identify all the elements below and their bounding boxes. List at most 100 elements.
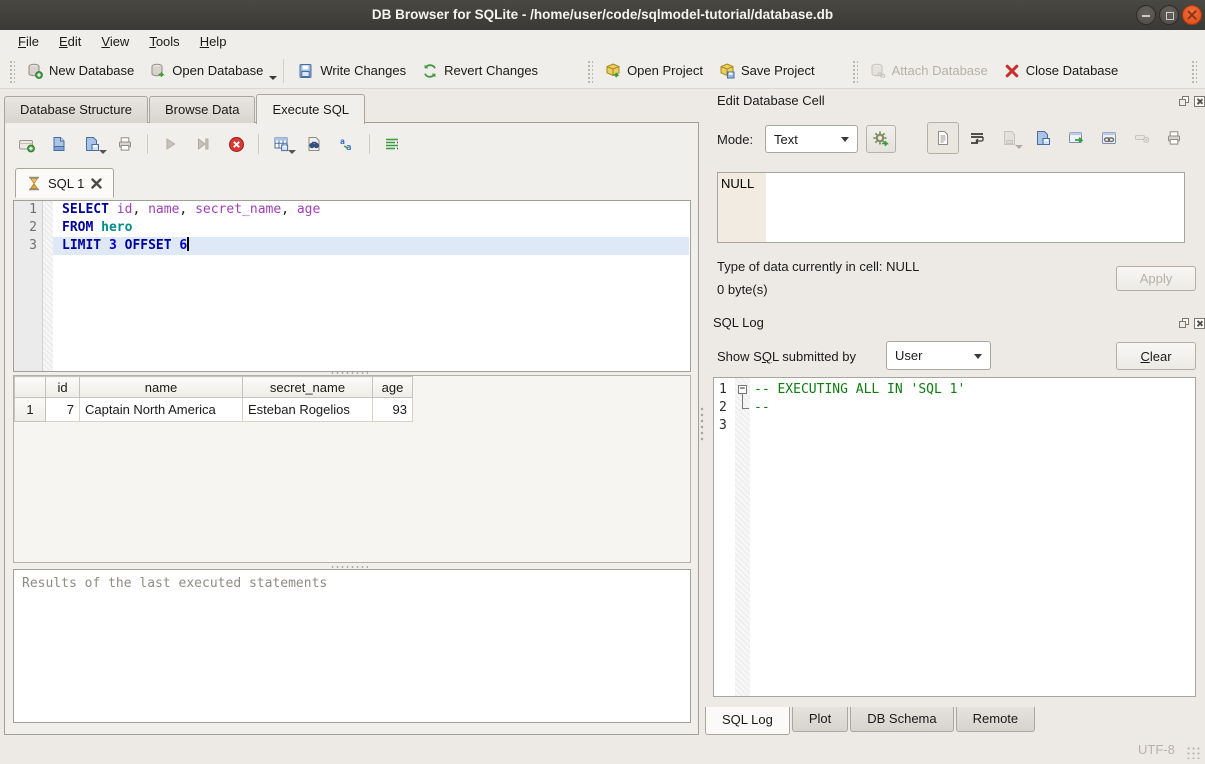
open-database-dropdown-caret[interactable] (269, 76, 277, 80)
sql-editor[interactable]: 123 SELECT id, name, secret_name, ageFRO… (13, 200, 691, 372)
toolbar-drag-handle[interactable] (8, 59, 15, 83)
bottom-tab-remote[interactable]: Remote (956, 707, 1036, 732)
results-table[interactable]: idnamesecret_nameage17Captain North Amer… (14, 376, 413, 422)
sql-tab-1[interactable]: SQL 1 (15, 168, 114, 198)
find-button[interactable] (303, 133, 325, 155)
close-tab-icon[interactable] (91, 178, 102, 189)
column-header-secret_name[interactable]: secret_name (243, 377, 373, 398)
cell-secret_name[interactable]: Esteban Rogelios (243, 398, 373, 422)
open-sql-tab-button[interactable] (15, 133, 37, 155)
open-sql-file-button[interactable] (48, 133, 70, 155)
write-changes-icon (298, 63, 314, 79)
text-document-icon (935, 130, 951, 146)
encoding-status: UTF-8 (1138, 742, 1175, 757)
bottom-tab-sql-log[interactable]: SQL Log (705, 707, 790, 735)
cell-id[interactable]: 7 (46, 398, 80, 422)
menu-edit[interactable]: Edit (49, 30, 91, 53)
sql-log-filter-select[interactable]: User (886, 341, 991, 370)
print-button[interactable] (114, 133, 136, 155)
open-database-button[interactable]: Open Database (142, 59, 271, 83)
float-dock-icon[interactable] (1179, 96, 1190, 107)
close-window-button[interactable] (1182, 5, 1202, 25)
toolbar-drag-handle[interactable] (586, 59, 593, 83)
export-cell-data-button[interactable] (1032, 127, 1054, 149)
cell-name[interactable]: Captain North America (80, 398, 243, 422)
tab-execute-sql[interactable]: Execute SQL (256, 94, 365, 124)
code-line: FROM hero (53, 219, 689, 237)
cell-age[interactable]: 93 (373, 398, 413, 422)
log-line: 3 (714, 417, 1195, 435)
menu-tools[interactable]: Tools (139, 30, 189, 53)
column-header-age[interactable]: age (373, 377, 413, 398)
mode-select[interactable]: Text (765, 125, 858, 153)
save-file-dropdown-caret[interactable] (99, 150, 107, 154)
save-sql-file-button[interactable] (81, 133, 103, 155)
save-project-button[interactable]: Save Project (711, 59, 823, 83)
toolbar-separator (258, 134, 259, 154)
save-results-button[interactable] (270, 133, 292, 155)
toolbar-separator (283, 59, 284, 83)
save-as-icon (1035, 130, 1051, 146)
code-area[interactable]: SELECT id, name, secret_name, ageFROM he… (53, 201, 689, 255)
svg-text:a: a (340, 137, 345, 146)
format-sql-icon-button[interactable]: aa (336, 133, 358, 155)
table-row[interactable]: 17Captain North AmericaEsteban Rogelios9… (15, 398, 413, 422)
open-project-button[interactable]: Open Project (597, 59, 711, 83)
column-header-id[interactable]: id (46, 377, 80, 398)
row-header[interactable]: 1 (15, 398, 46, 422)
open-in-external-button[interactable] (1065, 127, 1087, 149)
window-title: DB Browser for SQLite - /home/user/code/… (0, 0, 1205, 30)
results-grid[interactable]: idnamesecret_nameage17Captain North Amer… (13, 375, 691, 563)
maximize-button[interactable] (1159, 5, 1179, 25)
link-icon (1101, 130, 1117, 146)
sql-log-view[interactable]: 1−-- EXECUTING ALL IN 'SQL 1'2--3 (713, 377, 1196, 697)
fold-margin (43, 201, 53, 371)
cell-word-wrap-button[interactable] (966, 127, 988, 149)
stop-button[interactable] (225, 133, 247, 155)
text-mode-toggle[interactable] (927, 122, 959, 154)
resize-grip[interactable] (1186, 746, 1200, 759)
execute-current-line-button (192, 133, 214, 155)
tab-browse-data[interactable]: Browse Data (149, 96, 255, 123)
close-database-button[interactable]: Close Database (996, 59, 1127, 83)
format-icon: aa (339, 136, 355, 152)
menu-view[interactable]: View (91, 30, 139, 53)
menu-file[interactable]: File (8, 30, 49, 53)
tab-database-structure[interactable]: Database Structure (4, 96, 148, 123)
titlebar[interactable]: DB Browser for SQLite - /home/user/code/… (0, 0, 1205, 30)
word-wrap-toggle-button[interactable] (381, 133, 403, 155)
close-dock-icon[interactable] (1194, 318, 1205, 329)
print-cell-button[interactable] (1163, 127, 1185, 149)
save-project-icon (719, 63, 735, 79)
close-dock-icon[interactable] (1194, 96, 1205, 107)
fold-collapse-icon[interactable]: − (738, 385, 747, 394)
table-save-icon (273, 136, 289, 152)
apply-button: Apply (1116, 266, 1196, 291)
find-icon (306, 136, 322, 152)
float-dock-icon[interactable] (1179, 318, 1190, 329)
new-database-button[interactable]: New Database (19, 59, 142, 83)
main-tab-bar: Database StructureBrowse DataExecute SQL (4, 93, 366, 123)
grid-corner-header[interactable] (15, 377, 46, 398)
column-header-name[interactable]: name (80, 377, 243, 398)
close-icon (1187, 10, 1197, 20)
bottom-tab-plot[interactable]: Plot (792, 707, 848, 732)
import-settings-button[interactable] (866, 125, 896, 153)
menu-help[interactable]: Help (190, 30, 237, 53)
cell-editor[interactable]: NULL (717, 172, 1185, 243)
results-message-pane[interactable]: Results of the last executed statements (13, 569, 691, 723)
toolbar-drag-handle[interactable] (851, 59, 858, 83)
minimize-button[interactable] (1136, 5, 1156, 25)
show-sql-label: Show SQL submitted by (717, 349, 856, 364)
revert-changes-button[interactable]: Revert Changes (414, 59, 546, 83)
bottom-tab-db-schema[interactable]: DB Schema (850, 707, 953, 732)
copy-link-button[interactable] (1098, 127, 1120, 149)
minimize-icon (1142, 15, 1150, 17)
sql-log-filter-value: User (895, 348, 922, 363)
write-changes-button[interactable]: Write Changes (290, 59, 414, 83)
line-number-gutter: 123 (14, 201, 43, 371)
clear-log-button[interactable]: Clear (1116, 342, 1196, 370)
save-results-dropdown-caret[interactable] (288, 150, 296, 154)
edit-cell-dock-title: Edit Database Cell (717, 93, 825, 108)
toolbar-drag-handle[interactable] (1190, 59, 1197, 83)
